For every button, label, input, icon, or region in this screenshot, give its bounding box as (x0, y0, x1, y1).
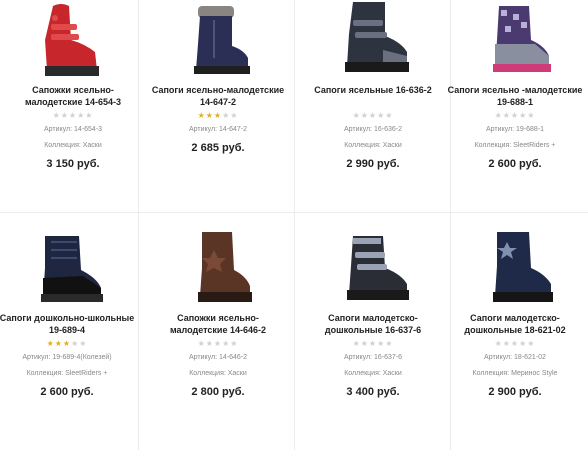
grid-divider (294, 0, 295, 450)
product-name[interactable]: Сапоги дошкольно-школьные 19-689-4 (0, 312, 140, 336)
product-collection: Коллекция: Меринос Style (472, 370, 558, 377)
brown-leather-boot-image[interactable] (168, 228, 268, 308)
product-article: Артикул: 18-621-02 (484, 354, 546, 361)
product-article: Артикул: 19-688-1 (485, 126, 544, 133)
navy-fur-boot-image[interactable] (168, 0, 268, 80)
product-collection: Коллекция: Хаски (189, 370, 247, 377)
product-article: Артикул: 16-636-2 (343, 126, 402, 133)
grey-velcro-boot-image[interactable] (323, 228, 423, 308)
red-boot-image[interactable] (23, 0, 123, 80)
product-name[interactable]: Сапоги малодетско-дошкольные 18-621-02 (442, 312, 588, 336)
product-card[interactable]: Сапожки ясельно-малодетские 14-654-3 ★★★… (0, 0, 146, 171)
product-price: 2 900 руб. (488, 386, 542, 398)
product-collection: Коллекция: SleetRiders + (26, 370, 108, 377)
product-name[interactable]: Сапоги ясельно -малодетские 19-688-1 (442, 84, 588, 108)
product-article: Артикул: 16-637-6 (343, 354, 402, 361)
product-price: 3 400 руб. (346, 386, 400, 398)
product-name[interactable]: Сапожки ясельно-малодетские 14-646-2 (145, 312, 291, 336)
product-article: Артикул: 14-654-3 (43, 126, 102, 133)
product-card[interactable]: Сапоги малодетско-дошкольные 18-621-02 ★… (442, 228, 588, 399)
rating-stars: ★★★★★ (197, 111, 239, 120)
product-article: Артикул: 14-647-2 (188, 126, 247, 133)
navy-star-boot-image[interactable] (465, 228, 565, 308)
rating-stars: ★★★★★ (46, 339, 88, 348)
product-collection: Коллекция: Хаски (44, 142, 102, 149)
product-price: 3 150 руб. (46, 158, 100, 170)
product-price: 2 990 руб. (346, 158, 400, 170)
rating-stars: ★★★★★ (494, 111, 536, 120)
product-article: Артикул: 19-689-4(Колезей) (22, 354, 112, 361)
product-collection: Коллекция: Хаски (344, 142, 402, 149)
product-price: 2 600 руб. (488, 158, 542, 170)
product-collection: Коллекция: Хаски (344, 370, 402, 377)
product-collection: Коллекция: SleetRiders + (474, 142, 556, 149)
product-name[interactable]: Сапожки ясельно-малодетские 14-654-3 (0, 84, 146, 108)
rating-stars: ★★★★★ (494, 339, 536, 348)
dark-velcro-boot-image[interactable] (323, 0, 423, 80)
rating-stars: ★★★★★ (352, 339, 394, 348)
rating-stars: ★★★★★ (52, 111, 94, 120)
product-card[interactable]: Сапожки ясельно-малодетские 14-646-2 ★★★… (145, 228, 291, 399)
product-card[interactable]: Сапоги ясельные 16-636-2 ★★★★★ Артикул: … (300, 0, 446, 171)
product-card[interactable]: Сапоги ясельно-малодетские 14-647-2 ★★★★… (145, 0, 291, 155)
product-card[interactable]: Сапоги дошкольно-школьные 19-689-4 ★★★★★… (0, 228, 140, 399)
rating-stars: ★★★★★ (352, 111, 394, 120)
product-price: 2 685 руб. (191, 142, 245, 154)
product-card[interactable]: Сапоги ясельно -малодетские 19-688-1 ★★★… (442, 0, 588, 171)
purple-pattern-boot-image[interactable] (465, 0, 565, 80)
rating-stars: ★★★★★ (197, 339, 239, 348)
product-name[interactable]: Сапоги ясельно-малодетские 14-647-2 (145, 84, 291, 108)
product-article: Артикул: 14-646-2 (188, 354, 247, 361)
grid-divider (0, 212, 588, 213)
product-card[interactable]: Сапоги малодетско-дошкольные 16-637-6 ★★… (300, 228, 446, 399)
navy-black-boot-image[interactable] (17, 228, 117, 308)
product-name[interactable]: Сапоги малодетско-дошкольные 16-637-6 (300, 312, 446, 336)
product-price: 2 800 руб. (191, 386, 245, 398)
product-name[interactable]: Сапоги ясельные 16-636-2 (300, 84, 446, 108)
product-price: 2 600 руб. (40, 386, 94, 398)
